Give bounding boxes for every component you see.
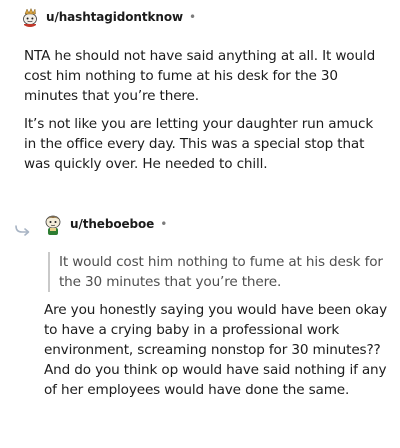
username[interactable]: u/theboeboe <box>70 217 154 231</box>
comment-paragraph: Are you honestly saying you would have b… <box>44 302 388 398</box>
meta-separator: • <box>160 217 168 231</box>
comment-header: u/hashtagidontknow • <box>20 6 196 28</box>
reply-arrow-icon <box>14 222 32 236</box>
snoo-avatar-icon[interactable] <box>20 7 40 27</box>
meta-separator: • <box>188 10 197 24</box>
username[interactable]: u/hashtagidontknow <box>46 10 183 24</box>
comment-paragraph: It’s not like you are letting your daugh… <box>24 116 374 172</box>
comment-paragraph: NTA he should not have said anything at … <box>24 48 376 104</box>
blockquote: It would cost him nothing to fume at his… <box>48 252 393 292</box>
comment-header: u/theboeboe • <box>42 212 167 236</box>
snoo-avatar-icon[interactable] <box>42 212 64 236</box>
